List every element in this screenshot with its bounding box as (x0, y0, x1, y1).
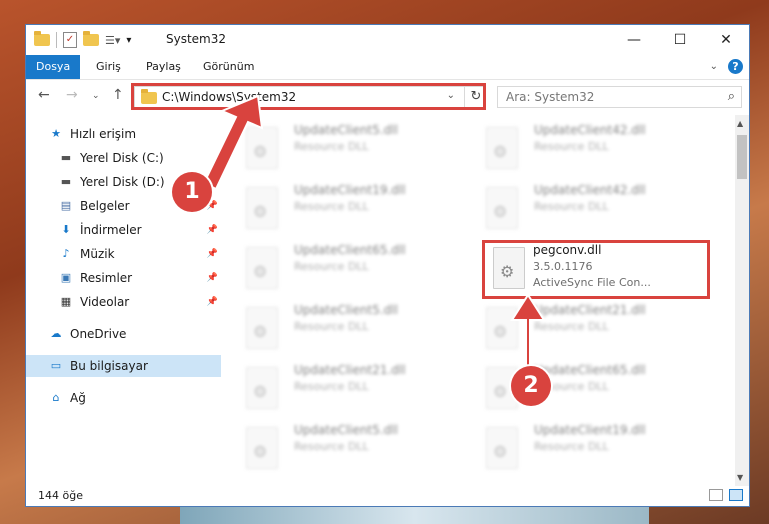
annotation-arrows (202, 94, 546, 377)
arrow-1-icon (202, 94, 264, 191)
arrow-2-icon (510, 293, 546, 377)
step-badge-1: 1 (172, 172, 212, 212)
step-badge-2: 2 (511, 366, 551, 406)
